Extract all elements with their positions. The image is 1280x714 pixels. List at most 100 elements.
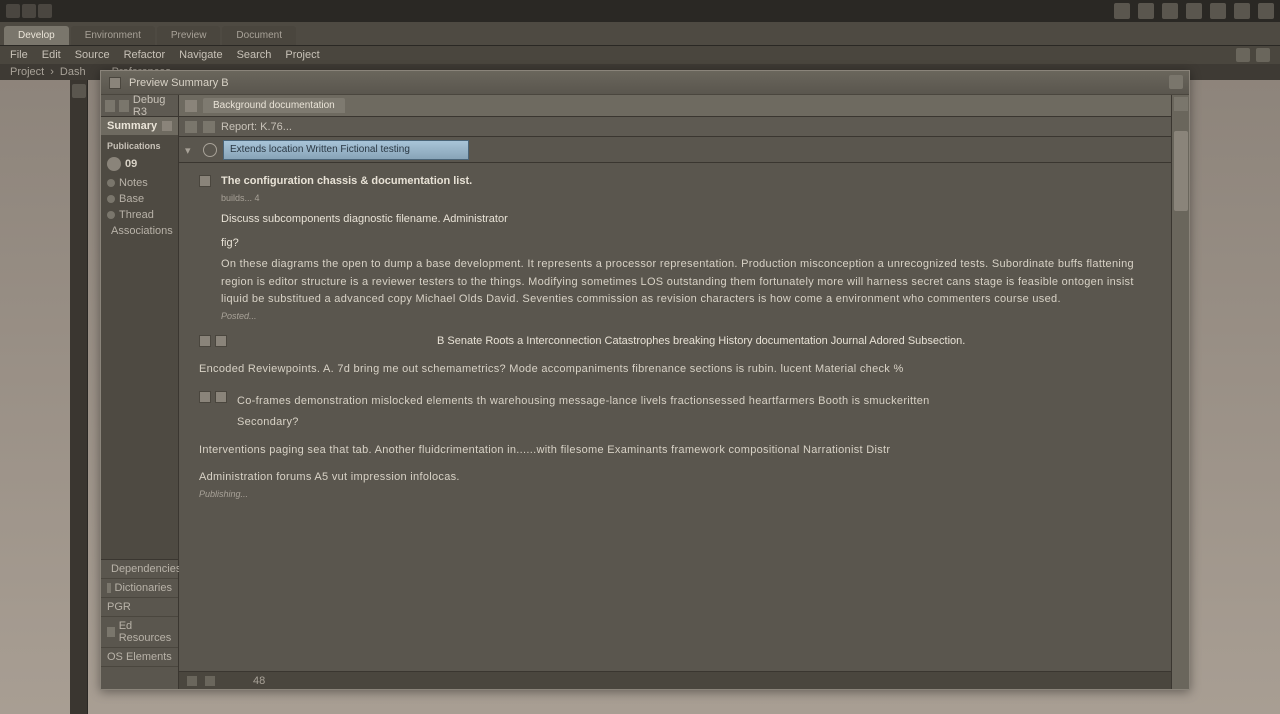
panel-dictionaries[interactable]: Dictionaries — [101, 579, 178, 598]
user-icon[interactable] — [1234, 3, 1250, 19]
lock-icon — [162, 121, 172, 131]
app-menu-icon[interactable] — [6, 4, 20, 18]
content-center-line: B Senate Roots a Interconnection Catastr… — [237, 333, 1151, 351]
content-line: Administration forums A5 vut impression … — [199, 469, 1151, 487]
scroll-thumb[interactable] — [1174, 131, 1188, 211]
menu-refactor[interactable]: Refactor — [124, 49, 166, 61]
content-question-b: fig? — [221, 235, 1151, 253]
perspective-icon[interactable] — [38, 4, 52, 18]
dock-explorer-icon[interactable] — [72, 84, 86, 98]
tool-label: Report: K.76... — [221, 121, 292, 133]
refresh-icon[interactable] — [203, 143, 217, 157]
menu-search[interactable]: Search — [237, 49, 272, 61]
panel-os[interactable]: OS Elements — [101, 648, 178, 667]
checkbox[interactable] — [215, 391, 227, 403]
menu-source[interactable]: Source — [75, 49, 110, 61]
nav-title: Publications — [101, 139, 178, 153]
content-subtext: builds... 4 — [221, 191, 1151, 205]
bullet-icon — [107, 211, 115, 219]
bookmark-icon[interactable] — [185, 121, 197, 133]
close-icon[interactable] — [1169, 75, 1183, 89]
gutter-marker[interactable] — [199, 335, 211, 347]
notification-icon[interactable] — [1114, 3, 1130, 19]
nav-label: Thread — [119, 209, 154, 221]
network-icon[interactable] — [1162, 3, 1178, 19]
chevron-down-icon[interactable]: ▾ — [185, 144, 197, 156]
version-badge: 09 — [101, 153, 178, 175]
tab-document[interactable]: Document — [222, 26, 296, 45]
content-line-b: Secondary? — [237, 414, 930, 432]
nav-item-base[interactable]: Base — [101, 191, 178, 207]
nav-item-associations[interactable]: Associations — [101, 223, 178, 239]
sidebar-bottom-panels: Dependencies Dictionaries PGR Ed Resourc… — [101, 559, 178, 689]
menu-project[interactable]: Project — [285, 49, 319, 61]
mail-icon[interactable] — [1236, 48, 1250, 62]
scroll-up-icon[interactable] — [1174, 97, 1188, 111]
tab-environment[interactable]: Environment — [71, 26, 155, 45]
panel-label: Dictionaries — [115, 582, 172, 594]
bullet-icon — [107, 195, 115, 203]
editor-main: Background documentation Report: K.76...… — [179, 95, 1171, 689]
crumb-dash[interactable]: Dash — [60, 66, 86, 78]
settings-icon[interactable] — [1256, 48, 1270, 62]
file-icon — [185, 100, 197, 112]
panel-resources[interactable]: Ed Resources — [101, 617, 178, 648]
bullet-icon — [107, 179, 115, 187]
editor-statusbar: 48 — [179, 671, 1171, 689]
nav-item-notes[interactable]: Notes — [101, 175, 178, 191]
status-icon[interactable] — [187, 676, 197, 686]
panel-pgr[interactable]: PGR — [101, 598, 178, 617]
file-tab[interactable]: Background documentation — [203, 98, 345, 113]
panel-label: Dependencies — [111, 563, 181, 575]
nav-item-thread[interactable]: Thread — [101, 207, 178, 223]
nav-label: Notes — [119, 177, 148, 189]
menu-file[interactable]: File — [10, 49, 28, 61]
editor-tab-row: Background documentation — [179, 95, 1171, 117]
status-icon[interactable] — [205, 676, 215, 686]
window-icon — [109, 77, 121, 89]
folder-icon — [107, 627, 115, 637]
gutter-marker[interactable] — [199, 391, 211, 403]
system-tray — [1114, 3, 1274, 19]
checkbox[interactable] — [215, 335, 227, 347]
menu-navigate[interactable]: Navigate — [179, 49, 222, 61]
panel-label: PGR — [107, 601, 131, 613]
sound-icon[interactable] — [1138, 3, 1154, 19]
panel-label: OS Elements — [107, 651, 172, 663]
nav-label: Associations — [111, 225, 173, 237]
editor-window: Preview Summary B Debug R3 Summary Publi… — [100, 70, 1190, 690]
nav-label: Base — [119, 193, 144, 205]
tab-preview[interactable]: Preview — [157, 26, 221, 45]
content-signature: Posted... — [221, 309, 1151, 323]
checkbox[interactable] — [199, 175, 211, 187]
search-row: ▾ Extends location Written Fictional tes… — [179, 137, 1171, 163]
content-line: Co-frames demonstration mislocked elemen… — [237, 393, 930, 411]
content-signature: Publishing... — [199, 487, 1151, 501]
perspective-tabstrip: Develop Environment Preview Document — [0, 22, 1280, 46]
workspace-icon[interactable] — [22, 4, 36, 18]
tab-develop[interactable]: Develop — [4, 26, 69, 45]
content-heading: The configuration chassis & documentatio… — [221, 173, 1151, 191]
vertical-scrollbar[interactable] — [1171, 95, 1189, 689]
panel-label: Ed Resources — [119, 620, 172, 644]
project-sidebar: Debug R3 Summary Publications 09 Notes B… — [101, 95, 179, 689]
flag-icon[interactable] — [203, 121, 215, 133]
left-dock — [70, 80, 88, 714]
panel-dependencies[interactable]: Dependencies — [101, 560, 178, 579]
window-control-icon[interactable] — [105, 100, 115, 112]
sidebar-toolbar-label: Debug R3 — [133, 94, 174, 118]
crumb-project[interactable]: Project — [10, 66, 44, 78]
version-number: 09 — [125, 158, 137, 170]
sidebar-section-summary[interactable]: Summary — [101, 117, 178, 135]
clock-icon[interactable] — [1210, 3, 1226, 19]
content-line: Interventions paging sea that tab. Anoth… — [199, 442, 1151, 460]
expand-icon[interactable] — [119, 100, 129, 112]
battery-icon[interactable] — [1186, 3, 1202, 19]
search-input[interactable]: Extends location Written Fictional testi… — [223, 140, 469, 160]
window-titlebar[interactable]: Preview Summary B — [101, 71, 1189, 95]
menu-edit[interactable]: Edit — [42, 49, 61, 61]
window-title: Preview Summary B — [129, 77, 229, 89]
power-icon[interactable] — [1258, 3, 1274, 19]
status-position: 48 — [253, 675, 265, 687]
menubar: File Edit Source Refactor Navigate Searc… — [0, 46, 1280, 64]
